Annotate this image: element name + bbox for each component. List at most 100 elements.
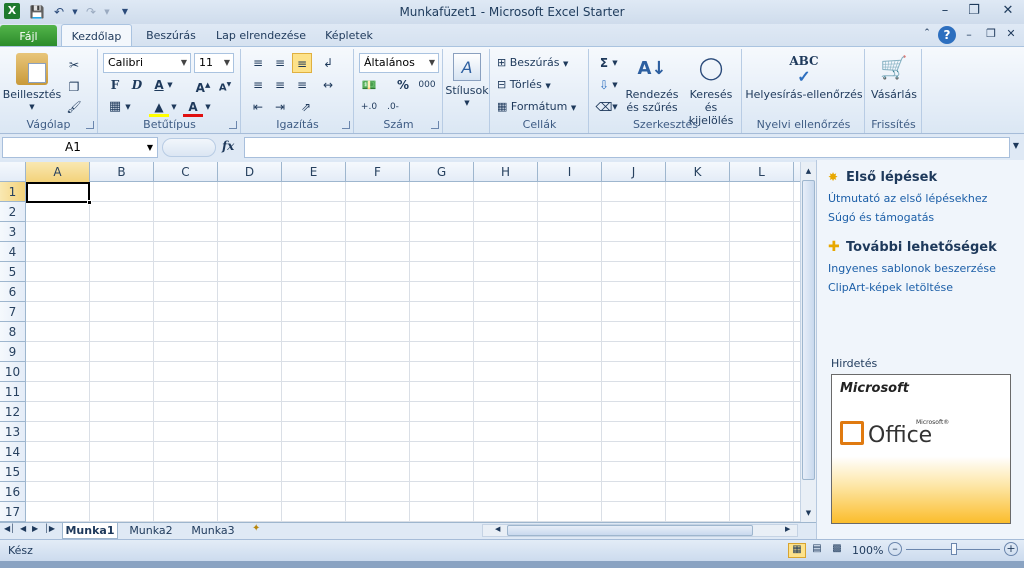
row-header[interactable]: 15 (0, 462, 26, 482)
office-ad-banner[interactable]: Microsoft Microsoft® Office (831, 374, 1011, 524)
vertical-scrollbar[interactable]: ▲ ▼ (800, 162, 816, 522)
sheet-tab-active[interactable]: Munka1 (62, 523, 118, 539)
column-header[interactable]: D (218, 162, 282, 182)
tab-page-layout[interactable]: Lap elrendezése (212, 24, 310, 47)
column-header[interactable]: C (154, 162, 218, 182)
insert-function-button[interactable]: fx (222, 139, 240, 153)
clipboard-launcher-icon[interactable] (86, 121, 94, 129)
column-header[interactable]: G (410, 162, 474, 182)
orientation-icon[interactable]: ⇗ (296, 97, 316, 117)
align-left-icon[interactable]: ≡ (248, 75, 268, 95)
normal-view-icon[interactable]: ▦ (788, 543, 806, 558)
align-bottom-icon[interactable]: ≡ (292, 53, 312, 73)
font-name-combo[interactable]: Calibri ▼ (103, 53, 191, 73)
sheet-tab[interactable]: Munka2 (124, 523, 178, 539)
sheet-nav-next-icon[interactable]: ▶ (32, 524, 38, 533)
minimize-icon[interactable]: – (934, 2, 956, 20)
scroll-thumb[interactable] (802, 180, 815, 480)
font-color-icon[interactable]: A (183, 97, 203, 117)
minimize-ribbon-icon[interactable]: ⌃ (920, 28, 934, 42)
percent-button[interactable]: % (393, 75, 413, 95)
column-header[interactable]: K (666, 162, 730, 182)
decrease-decimal-icon[interactable]: .0- (383, 97, 403, 117)
italic-button[interactable]: D (127, 75, 147, 95)
underline-dropdown-icon[interactable]: ▼ (165, 75, 175, 95)
font-size-combo[interactable]: 11 ▼ (194, 53, 234, 73)
restore-icon[interactable]: ❐ (963, 2, 985, 20)
insert-sheet-icon[interactable]: ✦ (252, 523, 268, 534)
align-right-icon[interactable]: ≡ (292, 75, 312, 95)
thousands-button[interactable]: 000 (417, 75, 437, 95)
tab-insert[interactable]: Beszúrás (138, 24, 204, 47)
increase-indent-icon[interactable]: ⇥ (270, 97, 290, 117)
tab-home[interactable]: Kezdőlap (61, 24, 132, 47)
sheet-nav-last-icon[interactable]: │▶ (44, 524, 55, 533)
font-color-dropdown-icon[interactable]: ▼ (203, 97, 213, 117)
row-header[interactable]: 16 (0, 482, 26, 502)
zoom-slider-thumb[interactable] (951, 543, 957, 555)
purchase-button[interactable]: 🛒 Vásárlás (868, 53, 920, 101)
row-header[interactable]: 14 (0, 442, 26, 462)
row-header[interactable]: 3 (0, 222, 26, 242)
select-all-corner[interactable] (0, 162, 26, 182)
fill-color-icon[interactable]: ▲ (149, 97, 169, 117)
bold-button[interactable]: F (105, 75, 125, 95)
help-support-link[interactable]: Súgó és támogatás (828, 211, 934, 224)
align-center-icon[interactable]: ≡ (270, 75, 290, 95)
tab-file[interactable]: Fájl (0, 25, 57, 47)
fill-color-dropdown-icon[interactable]: ▼ (169, 97, 179, 117)
horizontal-scrollbar[interactable]: ◀ ▶ (482, 524, 798, 537)
column-header[interactable]: E (282, 162, 346, 182)
horizontal-scroll-thumb[interactable] (507, 525, 753, 536)
number-launcher-icon[interactable] (431, 121, 439, 129)
grow-font-icon[interactable]: A▲ (193, 75, 213, 95)
column-header[interactable]: A (26, 162, 90, 182)
row-header[interactable]: 1 (0, 182, 26, 202)
formula-input[interactable] (244, 137, 1010, 158)
scroll-up-icon[interactable]: ▲ (802, 164, 815, 178)
find-select-button[interactable]: ◯ Keresés és kijelölés (682, 53, 740, 127)
zoom-level[interactable]: 100% (852, 544, 883, 557)
column-header[interactable]: I (538, 162, 602, 182)
name-box[interactable]: A1 ▼ (2, 137, 158, 158)
wrap-text-icon[interactable]: ↲ (318, 53, 338, 73)
styles-button[interactable]: A Stílusok ▼ (444, 53, 490, 110)
workbook-restore-icon[interactable]: ❐ (984, 27, 998, 40)
align-top-icon[interactable]: ≡ (248, 53, 268, 73)
page-break-view-icon[interactable]: ▩ (828, 543, 846, 558)
row-header[interactable]: 2 (0, 202, 26, 222)
expand-formula-bar-icon[interactable]: ▼ (1010, 141, 1022, 150)
increase-decimal-icon[interactable]: +.0 (359, 97, 379, 117)
column-header[interactable]: H (474, 162, 538, 182)
worksheet-grid[interactable]: ABCDEFGHIJKL 1 2 3 4 5 6 7 8 9 10 11 12 13 14 15 16 17 (0, 162, 816, 522)
zoom-in-icon[interactable]: + (1004, 542, 1018, 556)
column-header[interactable]: B (90, 162, 154, 182)
row-header[interactable]: 7 (0, 302, 26, 322)
insert-cells-button[interactable]: ⊞ Beszúrás ▼ (497, 53, 568, 73)
alignment-launcher-icon[interactable] (342, 121, 350, 129)
sheet-nav-first-icon[interactable]: ◀│ (4, 524, 15, 533)
sheet-tab[interactable]: Munka3 (186, 523, 240, 539)
merge-center-icon[interactable]: ↔ (318, 75, 338, 95)
row-header[interactable]: 5 (0, 262, 26, 282)
number-format-combo[interactable]: Általános ▼ (359, 53, 439, 73)
format-painter-icon[interactable]: 🖌 (64, 97, 84, 117)
close-icon[interactable]: ✕ (994, 2, 1022, 20)
guide-link[interactable]: Útmutató az első lépésekhez (828, 192, 987, 205)
scroll-down-icon[interactable]: ▼ (802, 506, 815, 520)
active-cell[interactable] (26, 182, 90, 203)
workbook-minimize-icon[interactable]: – (962, 28, 976, 41)
zoom-out-icon[interactable]: – (888, 542, 902, 556)
font-launcher-icon[interactable] (229, 121, 237, 129)
row-header[interactable]: 10 (0, 362, 26, 382)
shrink-font-icon[interactable]: A▼ (215, 75, 235, 95)
paste-button[interactable]: Beillesztés ▼ (2, 53, 62, 114)
clipart-link[interactable]: ClipArt-képek letöltése (828, 281, 953, 294)
row-header[interactable]: 12 (0, 402, 26, 422)
scroll-left-icon[interactable]: ◀ (495, 525, 500, 533)
row-header[interactable]: 9 (0, 342, 26, 362)
page-layout-view-icon[interactable]: ▤ (808, 543, 826, 558)
sort-filter-button[interactable]: A↓ Rendezés és szűrés (624, 53, 680, 114)
sheet-nav-prev-icon[interactable]: ◀ (20, 524, 26, 533)
tab-formulas[interactable]: Képletek (316, 24, 382, 47)
